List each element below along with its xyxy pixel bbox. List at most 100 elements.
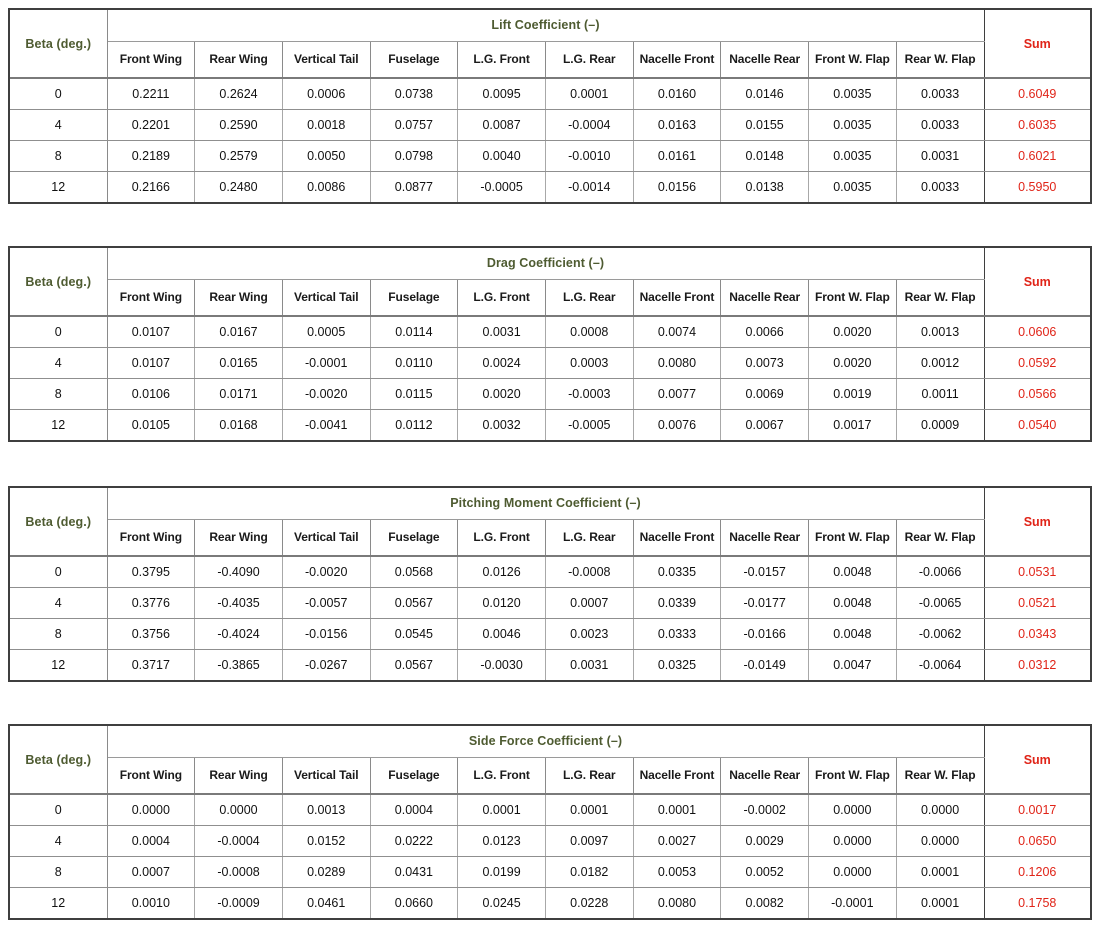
coefficient-value: -0.0020 xyxy=(282,556,371,588)
beta-value: 12 xyxy=(10,409,108,440)
coefficient-value: 0.3776 xyxy=(107,587,196,619)
coefficient-value: -0.0004 xyxy=(194,825,283,857)
table-row: 12 0.2166 0.2480 0.0086 0.0877 -0.0005 -0.0014… xyxy=(10,171,1090,202)
coefficient-value: 0.2579 xyxy=(194,140,283,172)
column-header-fuselage: Fuselage xyxy=(370,519,459,557)
column-header-l-g-rear: L.G. Rear xyxy=(545,279,634,317)
sum-value: 0.0521 xyxy=(983,587,1090,619)
sum-value: 0.0606 xyxy=(983,316,1090,348)
sum-header-cell: Sum xyxy=(983,248,1090,317)
beta-value: 12 xyxy=(10,649,108,680)
coefficient-value: -0.0004 xyxy=(545,109,634,141)
coefficient-value: 0.0545 xyxy=(370,618,459,650)
sum-header-cell: Sum xyxy=(983,726,1090,795)
beta-value: 0 xyxy=(10,556,108,588)
table-title: Side Force Coefficient (–) xyxy=(107,726,985,758)
sum-value: 0.0017 xyxy=(983,794,1090,826)
coefficient-value: 0.3717 xyxy=(107,649,196,680)
coefficient-value: 0.0067 xyxy=(720,409,809,440)
coefficient-value: 0.0245 xyxy=(457,887,546,918)
coefficient-value: 0.0289 xyxy=(282,856,371,888)
coefficient-value: 0.0033 xyxy=(896,78,985,110)
coefficient-value: 0.0080 xyxy=(633,347,722,379)
coefficient-value: 0.0073 xyxy=(720,347,809,379)
coefficient-value: 0.0080 xyxy=(633,887,722,918)
sum-value: 0.0312 xyxy=(983,649,1090,680)
column-header-front-wing: Front Wing xyxy=(107,519,196,557)
column-header-front-wing: Front Wing xyxy=(107,757,196,795)
column-header-rear-w-flap: Rear W. Flap xyxy=(896,519,985,557)
coefficient-value: 0.0027 xyxy=(633,825,722,857)
beta-value: 8 xyxy=(10,378,108,410)
coefficient-value: 0.0001 xyxy=(545,794,634,826)
coefficient-value: 0.3795 xyxy=(107,556,196,588)
column-header-nacelle-front: Nacelle Front xyxy=(633,41,722,79)
coefficient-value: -0.0020 xyxy=(282,378,371,410)
coefficient-value: -0.0177 xyxy=(720,587,809,619)
sum-value: 0.1758 xyxy=(983,887,1090,918)
coefficient-value: 0.0018 xyxy=(282,109,371,141)
coefficient-value: 0.0029 xyxy=(720,825,809,857)
coefficient-value: 0.0006 xyxy=(282,78,371,110)
sum-value: 0.1206 xyxy=(983,856,1090,888)
beta-header-cell: Beta (deg.) xyxy=(10,488,108,557)
beta-value: 8 xyxy=(10,618,108,650)
table-title: Lift Coefficient (–) xyxy=(107,10,985,42)
table-drag-coefficient: Beta (deg.) Drag Coefficient (–) Sum Front … xyxy=(8,246,1092,442)
table-row: 0 0.0000 0.0000 0.0013 0.0004 0.0001 0.0001 0.0… xyxy=(10,794,1090,826)
sum-value: 0.0531 xyxy=(983,556,1090,588)
column-header-nacelle-rear: Nacelle Rear xyxy=(720,41,809,79)
column-header-fuselage: Fuselage xyxy=(370,41,459,79)
table-row: 12 0.3717 -0.3865 -0.0267 0.0567 -0.0030 0.003… xyxy=(10,649,1090,680)
coefficient-value: 0.0013 xyxy=(282,794,371,826)
sum-value: 0.0566 xyxy=(983,378,1090,410)
coefficient-value: -0.0041 xyxy=(282,409,371,440)
table-row: 8 0.2189 0.2579 0.0050 0.0798 0.0040 -0.0010 0.… xyxy=(10,140,1090,172)
coefficient-value: 0.0138 xyxy=(720,171,809,202)
coefficient-value: 0.0031 xyxy=(545,649,634,680)
coefficient-value: 0.0009 xyxy=(896,409,985,440)
coefficient-value: -0.3865 xyxy=(194,649,283,680)
coefficient-value: 0.0123 xyxy=(457,825,546,857)
coefficient-value: -0.0064 xyxy=(896,649,985,680)
column-header-nacelle-front: Nacelle Front xyxy=(633,519,722,557)
coefficient-value: -0.0002 xyxy=(720,794,809,826)
column-header-l-g-front: L.G. Front xyxy=(457,757,546,795)
coefficient-value: 0.0010 xyxy=(107,887,196,918)
coefficient-value: -0.0062 xyxy=(896,618,985,650)
beta-value: 4 xyxy=(10,347,108,379)
beta-header-cell: Beta (deg.) xyxy=(10,248,108,317)
table-row: 8 0.3756 -0.4024 -0.0156 0.0545 0.0046 0.0023 0… xyxy=(10,618,1090,650)
coefficient-value: 0.0001 xyxy=(545,78,634,110)
coefficient-value: -0.0005 xyxy=(545,409,634,440)
sum-header-cell: Sum xyxy=(983,488,1090,557)
coefficient-value: 0.0165 xyxy=(194,347,283,379)
coefficient-value: -0.0157 xyxy=(720,556,809,588)
table-side-force-coefficient: Beta (deg.) Side Force Coefficient (–) Sum… xyxy=(8,724,1092,920)
coefficient-value: 0.0020 xyxy=(808,316,897,348)
coefficient-value: -0.0001 xyxy=(808,887,897,918)
coefficient-value: 0.2624 xyxy=(194,78,283,110)
coefficient-value: 0.0112 xyxy=(370,409,459,440)
table-row: 0 0.2211 0.2624 0.0006 0.0738 0.0095 0.0001 0.0… xyxy=(10,78,1090,110)
coefficient-value: 0.0199 xyxy=(457,856,546,888)
column-header-l-g-rear: L.G. Rear xyxy=(545,757,634,795)
coefficient-value: 0.0568 xyxy=(370,556,459,588)
table-row: 4 0.2201 0.2590 0.0018 0.0757 0.0087 -0.0004 0.… xyxy=(10,109,1090,141)
column-header-front-w-flap: Front W. Flap xyxy=(808,519,897,557)
coefficient-value: 0.0120 xyxy=(457,587,546,619)
coefficient-value: 0.0035 xyxy=(808,109,897,141)
coefficient-value: 0.0152 xyxy=(282,825,371,857)
coefficient-value: 0.0001 xyxy=(633,794,722,826)
column-header-vertical-tail: Vertical Tail xyxy=(282,757,371,795)
coefficient-value: 0.0048 xyxy=(808,618,897,650)
coefficient-value: 0.0008 xyxy=(545,316,634,348)
column-header-nacelle-rear: Nacelle Rear xyxy=(720,279,809,317)
coefficient-value: 0.0086 xyxy=(282,171,371,202)
column-header-rear-wing: Rear Wing xyxy=(194,519,283,557)
column-header-l-g-front: L.G. Front xyxy=(457,41,546,79)
coefficient-value: 0.0106 xyxy=(107,378,196,410)
coefficient-value: 0.0339 xyxy=(633,587,722,619)
table-title: Drag Coefficient (–) xyxy=(107,248,985,280)
coefficient-table: Beta (deg.) Side Force Coefficient (–) Sum… xyxy=(10,726,1090,918)
